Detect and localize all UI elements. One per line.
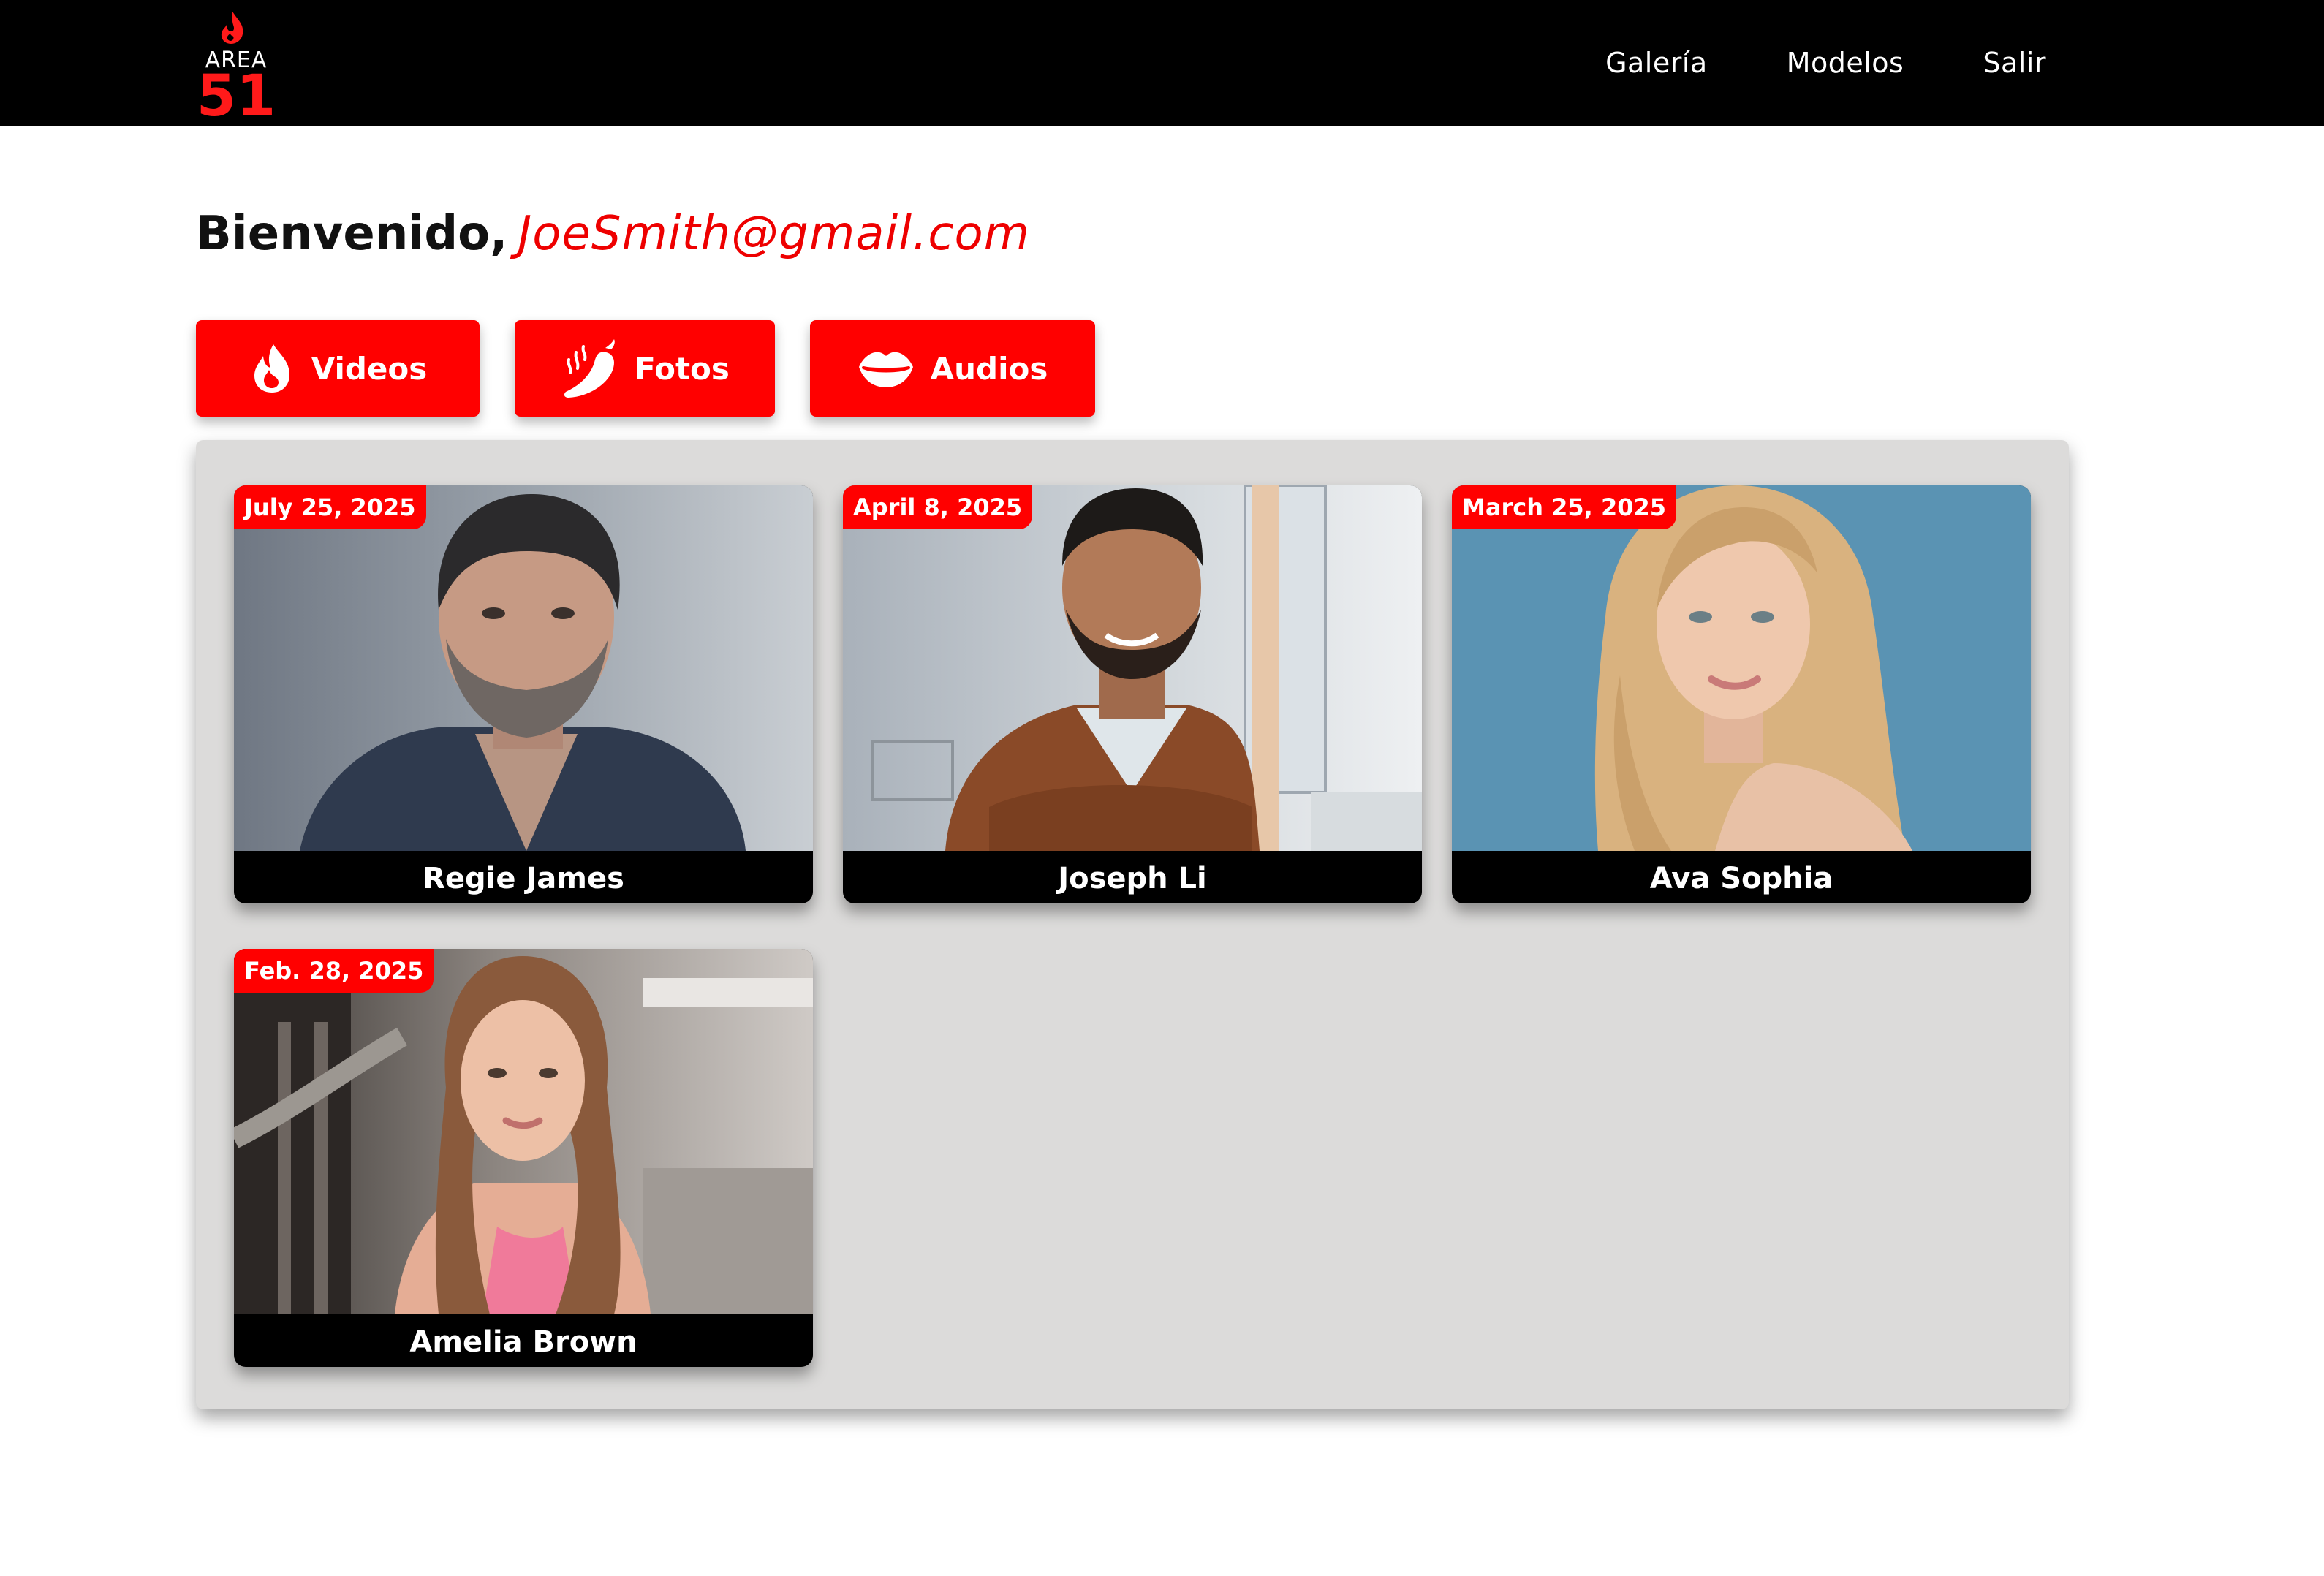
model-card-amelia-brown[interactable]: Feb. 28, 2025 Amelia Brown <box>234 949 813 1367</box>
model-photo <box>1452 485 2031 851</box>
nav-salir[interactable]: Salir <box>1983 47 2046 79</box>
card-model-name: Joseph Li <box>1058 862 1207 895</box>
welcome-heading: Bienvenido, JoeSmith@gmail.com <box>196 205 1030 263</box>
lips-icon <box>858 352 913 387</box>
fotos-button-label: Fotos <box>635 350 730 387</box>
model-card-joseph-li[interactable]: April 8, 2025 Joseph Li <box>843 485 1422 903</box>
card-date-badge: March 25, 2025 <box>1452 485 1676 529</box>
user-email: JoeSmith@gmail.com <box>518 207 1030 261</box>
nav-modelos[interactable]: Modelos <box>1787 47 1904 79</box>
model-card-regie-james[interactable]: July 25, 2025 Regie James <box>234 485 813 903</box>
category-buttons: Videos Fotos Audios <box>196 320 1095 417</box>
chili-pepper-icon <box>564 339 615 398</box>
card-model-name: Amelia Brown <box>409 1325 637 1359</box>
area51-logo[interactable]: AREA 51 <box>196 9 276 129</box>
flame-icon <box>254 344 289 393</box>
welcome-label: Bienvenido, <box>196 207 508 261</box>
audios-button[interactable]: Audios <box>810 320 1095 417</box>
svg-text:51: 51 <box>197 64 276 117</box>
top-navigation-bar: AREA 51 Galería Modelos Salir <box>0 0 2324 129</box>
card-date-badge: April 8, 2025 <box>843 485 1033 529</box>
card-model-name: Regie James <box>423 862 624 895</box>
model-photo <box>234 949 813 1314</box>
card-date-badge: Feb. 28, 2025 <box>234 949 434 993</box>
card-model-name: Ava Sophia <box>1649 862 1833 895</box>
videos-button[interactable]: Videos <box>196 320 480 417</box>
model-photo <box>843 485 1422 851</box>
fotos-button[interactable]: Fotos <box>515 320 775 417</box>
videos-button-label: Videos <box>311 350 428 387</box>
model-photo <box>234 485 813 851</box>
models-gallery: July 25, 2025 Regie James April 8, 2025 … <box>196 440 2069 1409</box>
card-date-badge: July 25, 2025 <box>234 485 426 529</box>
audios-button-label: Audios <box>930 350 1048 387</box>
model-card-ava-sophia[interactable]: March 25, 2025 Ava Sophia <box>1452 485 2031 903</box>
flame-icon: AREA 51 <box>197 12 276 129</box>
main-nav: Galería Modelos Salir <box>1605 0 2046 126</box>
nav-galeria[interactable]: Galería <box>1605 47 1708 79</box>
